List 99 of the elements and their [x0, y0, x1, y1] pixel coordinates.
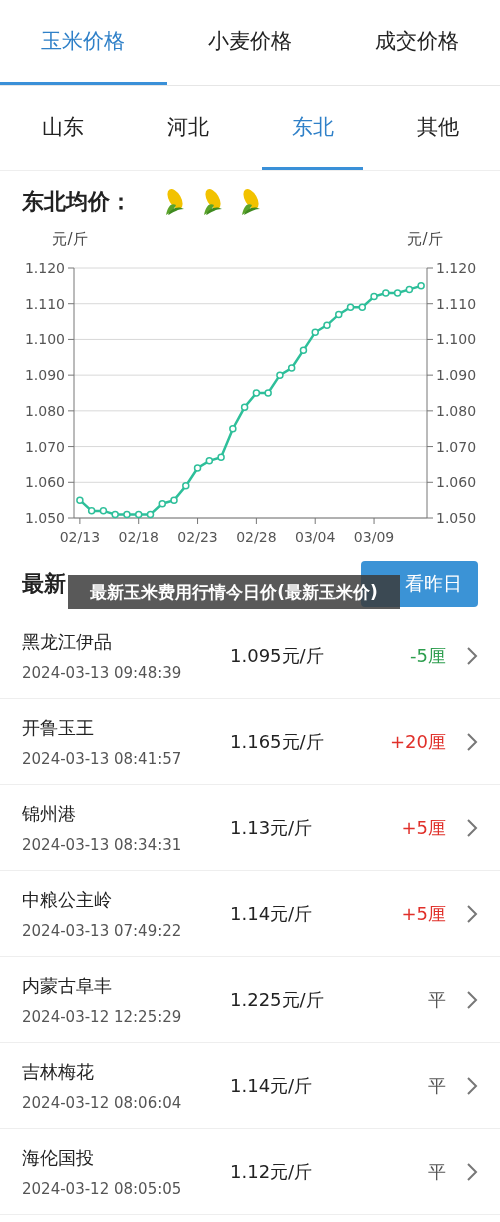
chevron-icon[interactable]	[466, 903, 478, 924]
chevron-icon[interactable]	[466, 817, 478, 838]
price-change: +20厘	[389, 729, 447, 754]
data-point	[134, 510, 143, 519]
data-point	[370, 292, 378, 301]
price-change: +5厘	[400, 815, 447, 840]
data-point	[382, 289, 390, 297]
axis-label: 1.080	[436, 402, 477, 419]
data-point	[87, 507, 96, 515]
data-point	[276, 371, 284, 379]
chevron-icon[interactable]	[466, 645, 478, 666]
price-change: 平	[427, 1159, 447, 1184]
axis-label: 1.090	[24, 367, 65, 384]
company-name: 中粮公主岭	[22, 887, 113, 912]
company-name: 吉林梅花	[22, 1059, 95, 1084]
price: 1.14元/斤	[230, 901, 314, 926]
data-point	[299, 346, 308, 354]
chevron-icon[interactable]	[466, 989, 478, 1010]
timestamp: 2024-03-13 08:34:31	[22, 835, 183, 854]
data-point	[240, 403, 249, 412]
chevron-icon[interactable]	[466, 1075, 478, 1096]
axis-label: 03/04	[295, 529, 336, 545]
data-point	[417, 282, 425, 290]
axis-label: 1.110	[436, 295, 477, 312]
timestamp: 2024-03-13 08:41:57	[22, 749, 183, 768]
company-name: 黑龙江伊品	[22, 629, 113, 654]
data-point	[311, 328, 319, 337]
category-tab[interactable]: 成交价格	[333, 0, 500, 85]
price-change: 平	[427, 1073, 447, 1098]
category-tab[interactable]: 玉米价格	[0, 0, 167, 85]
axis-label: 1.070	[436, 438, 477, 455]
data-point	[287, 364, 296, 372]
data-point	[193, 464, 202, 472]
axis-label: 1.080	[24, 402, 65, 419]
data-point	[158, 499, 166, 508]
data-point	[182, 482, 190, 490]
axis-label: 1.060	[436, 474, 477, 491]
data-point	[346, 303, 355, 312]
axis-label: 1.050	[24, 510, 65, 526]
data-point	[123, 510, 131, 519]
price-change: -5厘	[409, 643, 447, 668]
timestamp: 2024-03-12 12:25:29	[22, 1007, 183, 1026]
region-tab[interactable]: 其他	[387, 86, 488, 170]
axis-label: 1.070	[24, 438, 65, 455]
company-name: 开鲁玉王	[22, 715, 95, 740]
data-point	[229, 424, 237, 433]
axis-label: 03/09	[353, 529, 395, 545]
axis-label: 1.100	[24, 331, 65, 348]
price: 1.14元/斤	[230, 1073, 314, 1098]
axis-label: 1.100	[436, 331, 477, 348]
price: 1.12元/斤	[230, 1159, 314, 1184]
price-change: +5厘	[400, 901, 447, 926]
timestamp: 2024-03-12 08:06:04	[22, 1093, 183, 1112]
axis-label: 1.090	[436, 367, 477, 384]
data-point	[393, 289, 402, 297]
axis-label: 1.050	[436, 510, 477, 526]
axis-label: 1.110	[24, 295, 65, 312]
data-point	[323, 321, 331, 329]
axis-label: 02/18	[118, 529, 159, 545]
price: 1.165元/斤	[230, 729, 325, 754]
section-title: 东北均价：	[22, 188, 132, 216]
data-point	[335, 310, 343, 319]
data-point	[76, 496, 84, 504]
timestamp: 2024-03-13 07:49:22	[22, 921, 183, 940]
data-point	[264, 389, 272, 397]
category-tab[interactable]: 小麦价格	[166, 0, 334, 85]
data-point	[111, 510, 119, 519]
section-title: 最新	[22, 570, 66, 598]
axis-unit: 元/斤	[52, 230, 88, 248]
axis-unit: 元/斤	[407, 230, 443, 248]
data-point	[405, 285, 414, 294]
caption-banner: 最新玉米费用行情今日价(最新玉米价)	[68, 575, 400, 610]
company-name: 海伦国投	[22, 1145, 95, 1170]
axis-label: 1.120	[24, 260, 65, 276]
chevron-icon[interactable]	[466, 731, 478, 752]
axis-label: 1.120	[436, 260, 477, 276]
axis-label: 02/23	[177, 529, 218, 545]
data-point	[170, 496, 178, 504]
data-point	[358, 303, 367, 312]
price: 1.225元/斤	[230, 987, 325, 1012]
company-name: 锦州港	[22, 801, 77, 826]
data-point	[217, 453, 225, 462]
data-point	[252, 389, 261, 397]
data-point	[99, 507, 108, 515]
region-tab[interactable]: 东北	[262, 86, 363, 170]
axis-label: 1.060	[24, 474, 65, 491]
price: 1.095元/斤	[230, 643, 325, 668]
price-change: 平	[427, 987, 447, 1012]
axis-label: 02/13	[59, 529, 101, 545]
axis-label: 02/28	[236, 529, 277, 545]
timestamp: 2024-03-13 09:48:39	[22, 663, 183, 682]
timestamp: 2024-03-12 08:05:05	[22, 1179, 183, 1198]
data-point	[205, 457, 214, 465]
price: 1.13元/斤	[230, 815, 314, 840]
region-tab[interactable]: 山东	[12, 86, 113, 170]
data-point	[146, 510, 155, 519]
company-name: 内蒙古阜丰	[22, 973, 113, 998]
region-tab[interactable]: 河北	[137, 86, 238, 170]
chevron-icon[interactable]	[466, 1161, 478, 1182]
